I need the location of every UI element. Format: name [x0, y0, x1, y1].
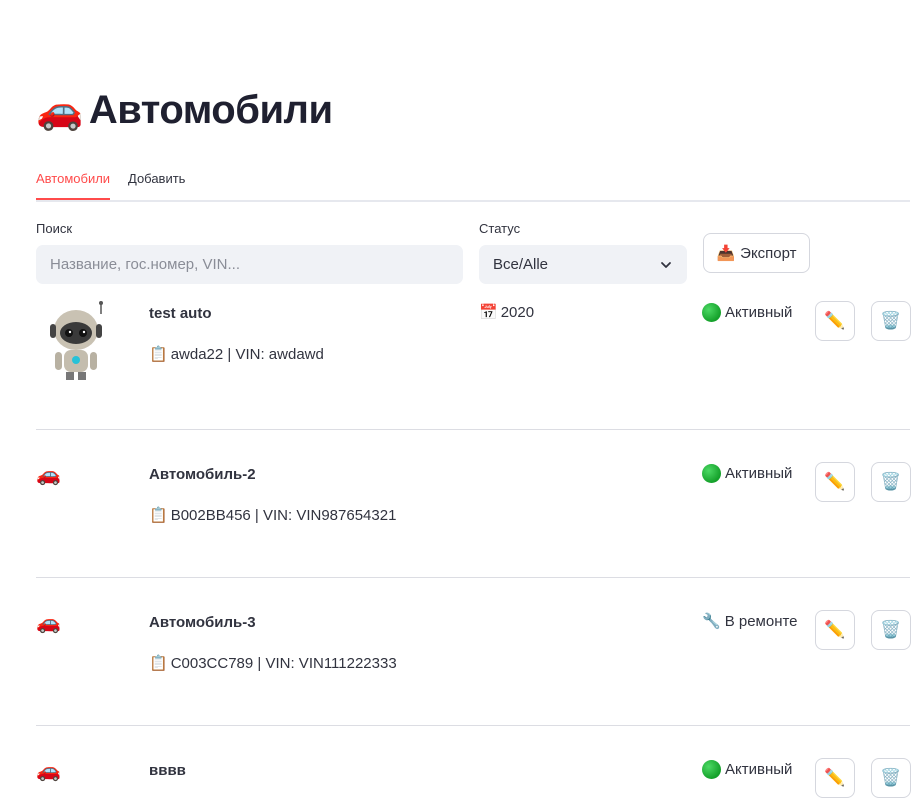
robot-image — [50, 301, 103, 380]
edit-button[interactable]: ✏️ — [815, 301, 855, 341]
edit-button[interactable]: ✏️ — [815, 610, 855, 650]
edit-button[interactable]: ✏️ — [815, 462, 855, 502]
clipboard-icon: 📋 — [149, 346, 168, 363]
car-name: test auto — [149, 305, 212, 322]
car-row: test auto 📋 awda22 | VIN: awdawd 📅 2020 … — [36, 300, 911, 400]
clipboard-icon: 📋 — [149, 507, 168, 524]
edit-button[interactable]: ✏️ — [815, 758, 855, 798]
row-divider — [36, 577, 910, 578]
pencil-icon: ✏️ — [824, 311, 846, 330]
inbox-tray-icon: 📥 — [716, 245, 736, 262]
car-row: 🚗 вввв Активный ✏️ 🗑️ — [36, 758, 911, 803]
pencil-icon: ✏️ — [824, 768, 846, 787]
car-icon: 🚗 — [36, 760, 61, 782]
delete-button[interactable]: 🗑️ — [871, 758, 911, 798]
status-select-value: Все/Alle — [493, 256, 549, 273]
car-icon: 🚗 — [36, 464, 61, 486]
wastebasket-icon: 🗑️ — [880, 768, 902, 787]
car-status-text: Активный — [725, 304, 793, 321]
row-divider — [36, 429, 910, 430]
car-status-text: Активный — [725, 761, 793, 778]
search-input[interactable] — [36, 245, 463, 284]
delete-button[interactable]: 🗑️ — [871, 610, 911, 650]
car-name: вввв — [149, 762, 186, 779]
row-divider — [36, 725, 910, 726]
car-meta-text: C003CC789 | VIN: VIN111222333 — [170, 654, 397, 672]
wastebasket-icon: 🗑️ — [880, 311, 902, 330]
car-meta-text: awda22 | VIN: awdawd — [170, 345, 324, 363]
car-row: 🚗 Автомобиль-2 📋 B002BB456 | VIN: VIN987… — [36, 462, 911, 542]
status-select[interactable]: Все/Alle — [479, 245, 687, 284]
status-label: Статус — [479, 221, 521, 236]
page-title-text: Автомобили — [88, 88, 333, 132]
export-button-label: Экспорт — [740, 244, 797, 262]
tab-cars[interactable]: Автомобили — [36, 171, 111, 200]
green-circle-icon — [702, 303, 721, 322]
tab-bar: Автомобили Добавить — [36, 160, 910, 202]
green-circle-icon — [702, 760, 721, 779]
wastebasket-icon: 🗑️ — [880, 472, 902, 491]
delete-button[interactable]: 🗑️ — [871, 462, 911, 502]
car-icon: 🚗 — [36, 612, 61, 634]
calendar-icon: 📅 — [479, 304, 498, 321]
wrench-icon: 🔧 — [702, 613, 721, 630]
car-status-text: Активный — [725, 465, 793, 482]
export-button[interactable]: 📥 Экспорт — [703, 233, 810, 273]
pencil-icon: ✏️ — [824, 472, 846, 491]
search-label: Поиск — [36, 221, 73, 236]
wastebasket-icon: 🗑️ — [880, 620, 902, 639]
clipboard-icon: 📋 — [149, 655, 168, 672]
car-name: Автомобиль-2 — [149, 466, 256, 483]
delete-button[interactable]: 🗑️ — [871, 301, 911, 341]
green-circle-icon — [702, 464, 721, 483]
car-icon: 🚗 — [36, 89, 83, 132]
chevron-down-icon — [661, 261, 671, 268]
car-meta-text: B002BB456 | VIN: VIN987654321 — [170, 506, 397, 524]
pencil-icon: ✏️ — [824, 620, 846, 639]
car-year: 2020 — [500, 303, 535, 321]
car-name: Автомобиль-3 — [149, 614, 256, 631]
car-row: 🚗 Автомобиль-3 📋 C003CC789 | VIN: VIN111… — [36, 610, 911, 690]
tab-add[interactable]: Добавить — [128, 171, 185, 200]
car-status-text: В ремонте — [724, 612, 798, 630]
page-title: 🚗 Автомобили — [36, 88, 333, 133]
